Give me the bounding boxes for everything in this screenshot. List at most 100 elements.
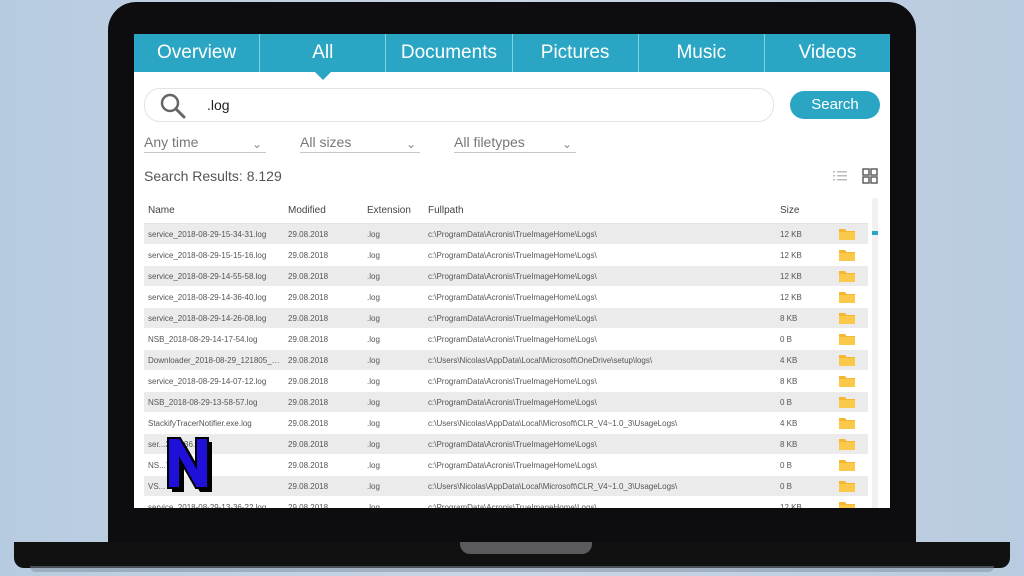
- cell-fullpath: c:\ProgramData\Acronis\TrueImageHome\Log…: [424, 433, 776, 455]
- table-row[interactable]: service_2018-08-29-14-07-12.log 29.08.201…: [144, 370, 868, 392]
- cell-size: 4 KB: [776, 412, 834, 434]
- scrollbar-thumb[interactable]: [872, 231, 878, 235]
- chevron-down-icon: ⌄: [561, 137, 572, 151]
- open-folder-cell[interactable]: [834, 328, 868, 350]
- category-tabs: Overview All Documents Pictures Music Vi…: [134, 34, 890, 80]
- open-folder-cell[interactable]: [834, 349, 868, 371]
- tab-videos[interactable]: Videos: [765, 34, 890, 72]
- folder-icon[interactable]: [838, 269, 856, 283]
- cell-extension: .log: [363, 370, 424, 392]
- table-row[interactable]: VS... 29.08.2018 .log c:\Users\Nicolas\AppD…: [144, 475, 868, 497]
- table-row[interactable]: NS...7-32.log29.08.2018.logc:\ProgramDat…: [144, 454, 868, 476]
- column-header-modified[interactable]: Modified: [284, 198, 363, 224]
- cell-fullpath: c:\Users\Nicolas\AppData\Local\Microsoft…: [424, 349, 776, 371]
- open-folder-cell[interactable]: [834, 244, 868, 266]
- results-count-value: 8.129: [246, 168, 282, 184]
- open-folder-cell[interactable]: [834, 286, 868, 308]
- folder-icon[interactable]: [838, 311, 856, 325]
- search-button[interactable]: Search: [790, 91, 880, 119]
- folder-icon[interactable]: [838, 332, 856, 346]
- table-row[interactable]: NSB_2018-08-29-14-17-54.log 29.08.2018 .lo…: [144, 328, 868, 350]
- table-row[interactable]: service_2018-08-29-15-15-16.log 29.08.201…: [144, 244, 868, 266]
- folder-icon[interactable]: [838, 353, 856, 367]
- column-header-name[interactable]: Name: [144, 198, 284, 224]
- table-row[interactable]: service_2018-08-29-14-55-58.log 29.08.201…: [144, 265, 868, 287]
- cell-extension: .log: [363, 244, 424, 266]
- folder-icon[interactable]: [838, 374, 856, 388]
- open-folder-cell[interactable]: [834, 265, 868, 287]
- table-row[interactable]: service_2018-08-29-14-36-40.log 29.08.201…: [144, 286, 868, 308]
- cell-name: service_2018-08-29-14-36-40.log: [144, 286, 284, 308]
- table-row[interactable]: service_2018-08-29-14-26-08.log 29.08.201…: [144, 307, 868, 329]
- time-filter-select[interactable]: Any time ⌄: [144, 132, 266, 153]
- search-results-count: Search Results: 8.129: [144, 168, 282, 184]
- tab-pictures[interactable]: Pictures: [513, 34, 639, 72]
- cell-size: 0 B: [776, 475, 834, 497]
- table-row[interactable]: ser...3-55-36.log29.08.2018.logc:\Progra…: [144, 433, 868, 455]
- column-header-size[interactable]: Size: [776, 198, 834, 224]
- folder-icon[interactable]: [838, 395, 856, 409]
- folder-icon[interactable]: [838, 248, 856, 262]
- folder-icon[interactable]: [838, 479, 856, 493]
- folder-icon[interactable]: [838, 500, 856, 508]
- table-row[interactable]: NSB_2018-08-29-13-58-57.log 29.08.2018 .lo…: [144, 391, 868, 413]
- cell-name: service_2018-08-29-14-07-12.log: [144, 370, 284, 392]
- column-header-extension[interactable]: Extension: [363, 198, 424, 224]
- size-filter-select[interactable]: All sizes ⌄: [300, 132, 420, 153]
- cell-name: NSB_2018-08-29-14-17-54.log: [144, 328, 284, 350]
- cell-size: 0 B: [776, 454, 834, 476]
- grid-view-icon[interactable]: [862, 168, 878, 184]
- cell-modified: 29.08.2018: [284, 433, 363, 455]
- open-folder-cell[interactable]: [834, 370, 868, 392]
- cell-modified: 29.08.2018: [284, 454, 363, 476]
- cell-size: 12 KB: [776, 244, 834, 266]
- table-row[interactable]: service_2018-08-29-13-36-22.log 29.08.201…: [144, 496, 868, 508]
- folder-icon[interactable]: [838, 458, 856, 472]
- folder-icon[interactable]: [838, 290, 856, 304]
- cell-size: 12 KB: [776, 496, 834, 508]
- cell-extension: .log: [363, 475, 424, 497]
- tab-overview[interactable]: Overview: [134, 34, 261, 72]
- tab-documents[interactable]: Documents: [386, 34, 513, 72]
- open-folder-cell[interactable]: [834, 475, 868, 497]
- cell-name: service_2018-08-29-14-26-08.log: [144, 307, 284, 329]
- search-input[interactable]: [205, 93, 749, 117]
- cell-extension: .log: [363, 349, 424, 371]
- open-folder-cell[interactable]: [834, 307, 868, 329]
- search-box[interactable]: [144, 88, 774, 122]
- cell-modified: 29.08.2018: [284, 349, 363, 371]
- results-table: Name Modified Extension Fullpath Size se…: [144, 198, 868, 508]
- cell-extension: .log: [363, 307, 424, 329]
- table-row[interactable]: StackifyTracerNotifier.exe.log 29.08.2018…: [144, 412, 868, 434]
- cell-extension: .log: [363, 265, 424, 287]
- cell-fullpath: c:\ProgramData\Acronis\TrueImageHome\Log…: [424, 496, 776, 508]
- cell-fullpath: c:\ProgramData\Acronis\TrueImageHome\Log…: [424, 454, 776, 476]
- n-logo-badge: [167, 437, 212, 492]
- tab-all[interactable]: All: [260, 34, 387, 80]
- type-filter-select[interactable]: All filetypes ⌄: [454, 132, 576, 153]
- open-folder-cell[interactable]: [834, 433, 868, 455]
- open-folder-cell[interactable]: [834, 223, 868, 245]
- folder-icon[interactable]: [838, 416, 856, 430]
- cell-size: 12 KB: [776, 265, 834, 287]
- column-header-fullpath[interactable]: Fullpath: [424, 198, 776, 224]
- cell-fullpath: c:\ProgramData\Acronis\TrueImageHome\Log…: [424, 286, 776, 308]
- folder-icon[interactable]: [838, 227, 856, 241]
- open-folder-cell[interactable]: [834, 454, 868, 476]
- table-row[interactable]: service_2018-08-29-15-34-31.log 29.08.201…: [144, 223, 868, 245]
- tab-music[interactable]: Music: [639, 34, 765, 72]
- folder-icon[interactable]: [838, 437, 856, 451]
- open-folder-cell[interactable]: [834, 391, 868, 413]
- open-folder-cell[interactable]: [834, 412, 868, 434]
- column-header-open: [834, 198, 868, 224]
- view-toggle: [822, 168, 878, 184]
- list-view-icon[interactable]: [832, 168, 848, 184]
- cell-extension: .log: [363, 433, 424, 455]
- cell-name: service_2018-08-29-15-34-31.log: [144, 223, 284, 245]
- table-row[interactable]: Downloader_2018-08-29_121805_2... 29.08.2…: [144, 349, 868, 371]
- cell-extension: .log: [363, 328, 424, 350]
- cell-fullpath: c:\ProgramData\Acronis\TrueImageHome\Log…: [424, 391, 776, 413]
- cell-modified: 29.08.2018: [284, 391, 363, 413]
- open-folder-cell[interactable]: [834, 496, 868, 508]
- scrollbar-track[interactable]: [872, 198, 878, 508]
